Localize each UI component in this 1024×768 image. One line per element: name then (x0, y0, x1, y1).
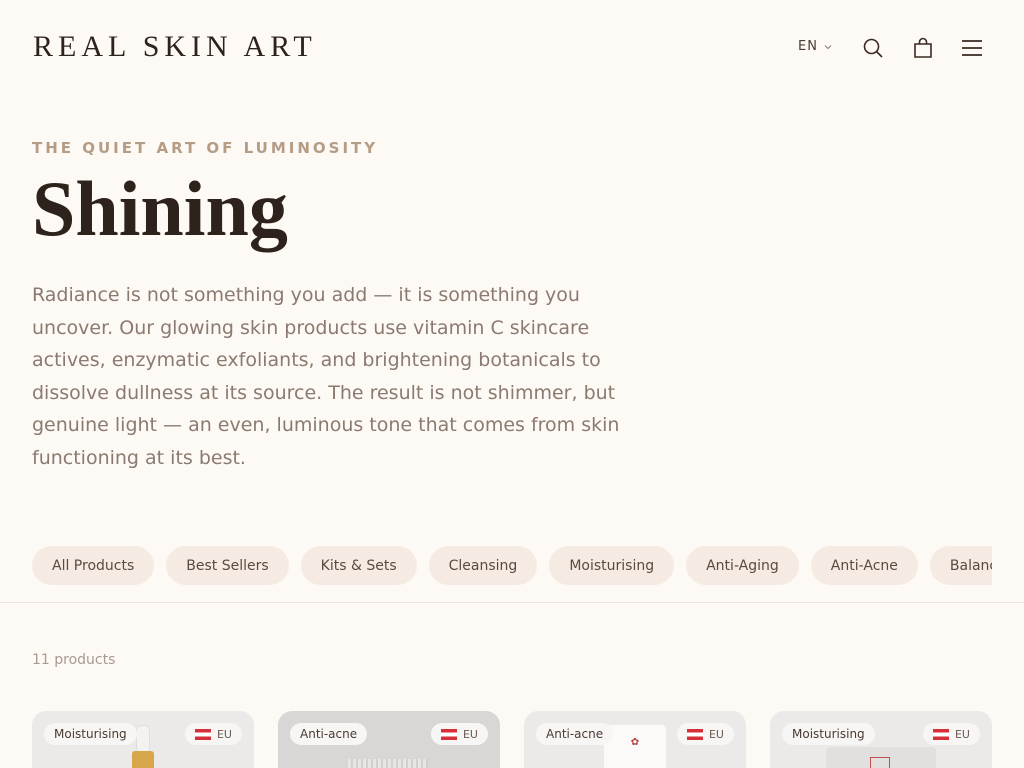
product-category-badge: Moisturising (44, 723, 137, 745)
region-label: EU (462, 727, 478, 741)
region-label: EU (708, 727, 724, 741)
product-image-tube (348, 759, 428, 768)
section-divider (0, 602, 1024, 603)
product-card[interactable]: Anti-acne EU (278, 711, 500, 768)
site-header: REAL SKIN ART EN (0, 0, 1024, 96)
page-title: Shining (32, 165, 288, 252)
flag-icon (440, 728, 457, 740)
flag-icon (194, 728, 211, 740)
region-label: EU (954, 727, 970, 741)
hero-eyebrow: THE QUIET ART OF LUMINOSITY (32, 139, 379, 157)
filter-chip-moisturising[interactable]: Moisturising (549, 546, 675, 585)
filter-chip-best-sellers[interactable]: Best Sellers (166, 546, 289, 585)
product-image-dropper-cap (136, 725, 150, 753)
flag-icon (686, 728, 703, 740)
product-category-badge: Anti-acne (536, 723, 614, 745)
bag-icon[interactable] (911, 36, 935, 60)
hero-description: Radiance is not something you add — it i… (32, 284, 620, 469)
brand-mark-icon: ✿ (630, 737, 640, 748)
filter-chip-all-products[interactable]: All Products (32, 546, 155, 585)
product-card[interactable]: ✿ Anti-acne EU (524, 711, 746, 768)
filter-chip-cleansing[interactable]: Cleansing (428, 546, 538, 585)
search-icon[interactable] (861, 36, 885, 60)
product-region-badge: EU (430, 723, 488, 745)
filter-chip-balancing[interactable]: Balancing (929, 546, 992, 585)
product-count: 11 products (32, 652, 116, 668)
category-filter-bar: All Products Best Sellers Kits & Sets Cl… (32, 546, 992, 586)
product-region-badge: EU (184, 723, 242, 745)
menu-icon[interactable] (960, 36, 984, 60)
product-card[interactable]: Moisturising EU (32, 711, 254, 768)
language-label: EN (798, 39, 818, 54)
language-selector[interactable]: EN (798, 39, 833, 54)
region-label: EU (216, 727, 232, 741)
brand-mark-icon (870, 757, 890, 768)
chevron-down-icon (824, 44, 832, 49)
filter-chip-anti-acne[interactable]: Anti-Acne (810, 546, 918, 585)
flag-icon (932, 728, 949, 740)
product-image-dropper-neck (132, 751, 154, 768)
filter-chip-anti-aging[interactable]: Anti-Aging (686, 546, 799, 585)
brand-logo[interactable]: REAL SKIN ART (33, 30, 317, 64)
product-region-badge: EU (922, 723, 980, 745)
product-grid: Moisturising EU Anti-acne EU ✿ Anti-acne… (32, 711, 992, 768)
product-category-badge: Anti-acne (290, 723, 368, 745)
product-region-badge: EU (676, 723, 734, 745)
filter-chip-kits-sets[interactable]: Kits & Sets (300, 546, 417, 585)
product-category-badge: Moisturising (782, 723, 875, 745)
product-card[interactable]: Moisturising EU (770, 711, 992, 768)
